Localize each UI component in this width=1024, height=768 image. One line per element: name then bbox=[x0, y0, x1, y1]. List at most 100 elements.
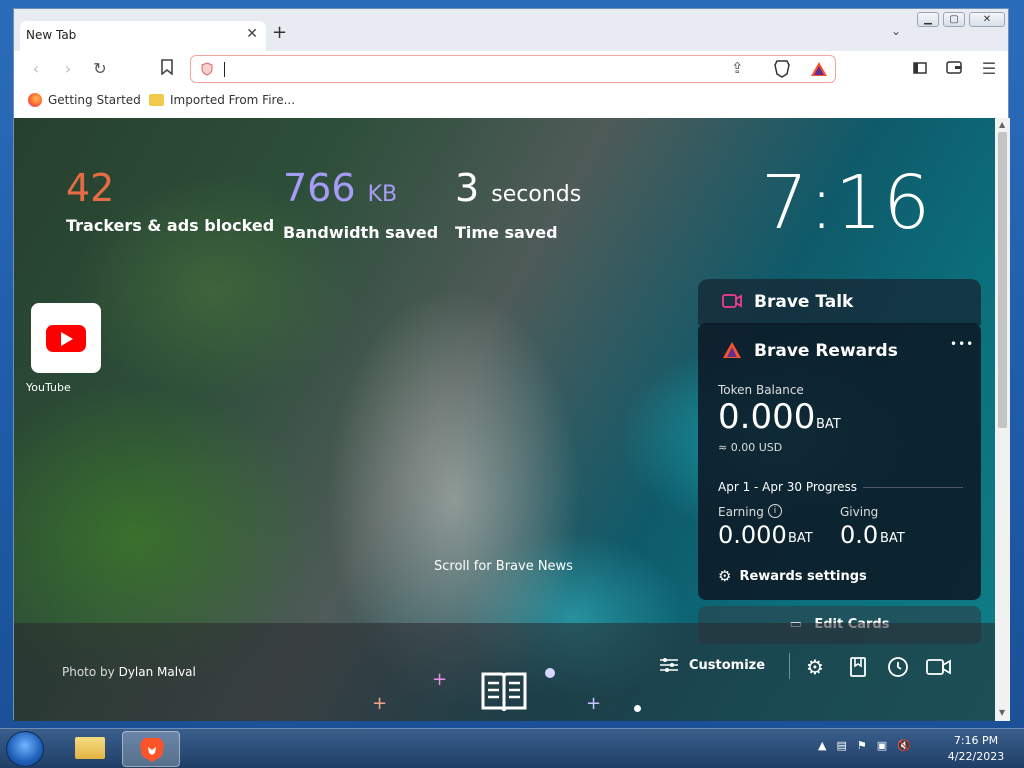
stat-time: 3 seconds Time saved bbox=[455, 168, 581, 242]
giving-label: Giving bbox=[840, 505, 879, 519]
start-button[interactable] bbox=[6, 731, 44, 767]
more-options-icon[interactable]: ••• bbox=[950, 337, 974, 351]
bandwidth-unit: KB bbox=[367, 182, 398, 207]
earning-label: Earning bbox=[718, 505, 764, 519]
share-icon[interactable]: ⇪ bbox=[731, 59, 744, 77]
tab-title: New Tab bbox=[26, 28, 77, 42]
info-icon[interactable]: i bbox=[768, 504, 782, 518]
sparkle-decoration: + bbox=[372, 693, 388, 714]
brave-talk-icon[interactable] bbox=[926, 655, 952, 679]
toolbar: ‹ › ↻ ⇪ ☰ bbox=[14, 51, 1008, 87]
chevron-down-icon[interactable]: ⌄ bbox=[891, 24, 901, 38]
system-tray: ▲ ▤ ⚑ ▣ 🔇 bbox=[818, 739, 911, 752]
address-bar[interactable]: ⇪ bbox=[190, 55, 836, 83]
bookmark-label: Getting Started bbox=[48, 93, 141, 107]
folder-icon bbox=[149, 94, 164, 106]
token-balance-value: 0.000 bbox=[718, 397, 816, 437]
topsite-youtube[interactable] bbox=[31, 303, 101, 373]
brave-shields-icon[interactable] bbox=[774, 60, 790, 82]
close-window-button[interactable]: ✕ bbox=[969, 12, 1005, 27]
close-icon[interactable]: ✕ bbox=[246, 26, 258, 42]
new-tab-button[interactable]: + bbox=[272, 22, 287, 43]
scroll-for-news[interactable]: Scroll for Brave News bbox=[434, 559, 573, 574]
progress-divider bbox=[863, 487, 963, 488]
video-camera-icon bbox=[722, 294, 742, 308]
photo-credit-prefix: Photo by bbox=[62, 665, 115, 679]
page-footer: Photo by Dylan Malval + + + Customize ⚙ bbox=[14, 623, 995, 721]
taskbar-time: 7:16 PM bbox=[953, 734, 999, 747]
usd-value: ≈ 0.00 USD bbox=[718, 441, 783, 454]
brave-taskbar-button[interactable] bbox=[122, 731, 180, 767]
brave-rewards-card: Brave Rewards ••• Token Balance 0.000 BA… bbox=[698, 323, 981, 600]
tab-strip: New Tab ✕ + ⌄ ▁ ▢ ✕ bbox=[14, 9, 1008, 51]
minimize-button[interactable]: ▁ bbox=[917, 12, 939, 27]
customize-button[interactable]: Customize bbox=[659, 657, 765, 673]
bookmark-getting-started[interactable]: Getting Started bbox=[28, 93, 141, 107]
network-icon[interactable]: ▤ bbox=[836, 739, 846, 752]
scroll-down-icon[interactable]: ▼ bbox=[999, 708, 1005, 717]
bookmarks-icon[interactable] bbox=[846, 655, 870, 679]
trackers-value: 42 bbox=[66, 166, 115, 210]
brave-talk-card[interactable]: Brave Talk bbox=[698, 279, 981, 325]
time-label: Time saved bbox=[455, 223, 558, 242]
earning-value: 0.000 bbox=[718, 521, 787, 549]
volume-muted-icon[interactable]: 🔇 bbox=[897, 739, 911, 752]
topsite-label: YouTube bbox=[26, 381, 71, 394]
forward-icon[interactable]: › bbox=[58, 59, 78, 78]
vertical-scrollbar[interactable]: ▲ ▼ bbox=[995, 118, 1010, 721]
stat-bandwidth: 766 KB Bandwidth saved bbox=[283, 168, 438, 242]
rewards-title: Brave Rewards bbox=[754, 341, 898, 361]
sparkle-decoration: + bbox=[586, 693, 602, 714]
footer-divider bbox=[789, 653, 790, 679]
youtube-icon bbox=[46, 325, 86, 352]
scrollbar-thumb[interactable] bbox=[998, 132, 1007, 428]
maximize-button[interactable]: ▢ bbox=[943, 12, 965, 27]
bandwidth-label: Bandwidth saved bbox=[283, 223, 439, 242]
time-unit: seconds bbox=[491, 182, 582, 207]
action-center-icon[interactable]: ⚑ bbox=[857, 739, 867, 752]
text-caret bbox=[224, 62, 225, 77]
taskbar-clock[interactable]: 7:16 PM 4/22/2023 bbox=[946, 733, 1006, 765]
taskbar-date: 4/22/2023 bbox=[947, 750, 1005, 763]
bookmark-imported-folder[interactable]: Imported From Fire... bbox=[149, 93, 295, 107]
token-balance-label: Token Balance bbox=[718, 383, 804, 397]
taskbar: ▲ ▤ ⚑ ▣ 🔇 7:16 PM 4/22/2023 bbox=[0, 728, 1024, 768]
brave-rewards-icon[interactable] bbox=[810, 61, 828, 81]
brave-rewards-icon bbox=[723, 342, 741, 358]
scroll-up-icon[interactable]: ▲ bbox=[999, 120, 1005, 129]
settings-gear-icon[interactable]: ⚙ bbox=[806, 655, 830, 679]
giving-unit: BAT bbox=[880, 531, 905, 546]
tab-new-tab[interactable]: New Tab ✕ bbox=[20, 21, 266, 51]
sparkle-decoration: + bbox=[432, 669, 448, 690]
display-icon[interactable]: ▣ bbox=[877, 739, 887, 752]
rewards-settings-link[interactable]: ⚙ Rewards settings bbox=[718, 567, 867, 585]
sparkle-decoration bbox=[634, 705, 641, 712]
time-value: 3 bbox=[455, 166, 480, 210]
bookmark-label: Imported From Fire... bbox=[170, 93, 296, 107]
sliders-icon bbox=[660, 658, 678, 672]
customize-label: Customize bbox=[689, 657, 766, 673]
sidebar-icon[interactable] bbox=[910, 59, 930, 78]
brave-talk-title: Brave Talk bbox=[754, 292, 854, 312]
earning-unit: BAT bbox=[788, 531, 813, 546]
rewards-settings-label: Rewards settings bbox=[739, 568, 867, 584]
photo-credit: Photo by Dylan Malval bbox=[62, 665, 196, 679]
menu-icon[interactable]: ☰ bbox=[979, 59, 999, 78]
wallet-icon[interactable] bbox=[944, 59, 964, 78]
token-balance-unit: BAT bbox=[816, 417, 841, 432]
brave-news-icon[interactable] bbox=[480, 671, 528, 715]
explorer-taskbar-button[interactable] bbox=[62, 731, 120, 767]
progress-label: Apr 1 - Apr 30 Progress bbox=[718, 480, 858, 494]
gear-icon: ⚙ bbox=[718, 567, 732, 585]
site-shield-icon[interactable] bbox=[200, 62, 214, 76]
firefox-icon bbox=[28, 93, 42, 107]
reload-icon[interactable]: ↻ bbox=[90, 59, 110, 78]
trackers-label: Trackers & ads blocked bbox=[66, 216, 275, 235]
browser-window: New Tab ✕ + ⌄ ▁ ▢ ✕ ‹ › ↻ ⇪ ☰ Getting St… bbox=[13, 8, 1010, 721]
tray-overflow-icon[interactable]: ▲ bbox=[818, 739, 826, 752]
photo-credit-name[interactable]: Dylan Malval bbox=[119, 665, 196, 679]
stat-trackers: 42 Trackers & ads blocked bbox=[66, 168, 274, 235]
history-icon[interactable] bbox=[886, 655, 910, 679]
back-icon[interactable]: ‹ bbox=[26, 59, 46, 78]
bookmark-icon[interactable] bbox=[157, 59, 177, 79]
